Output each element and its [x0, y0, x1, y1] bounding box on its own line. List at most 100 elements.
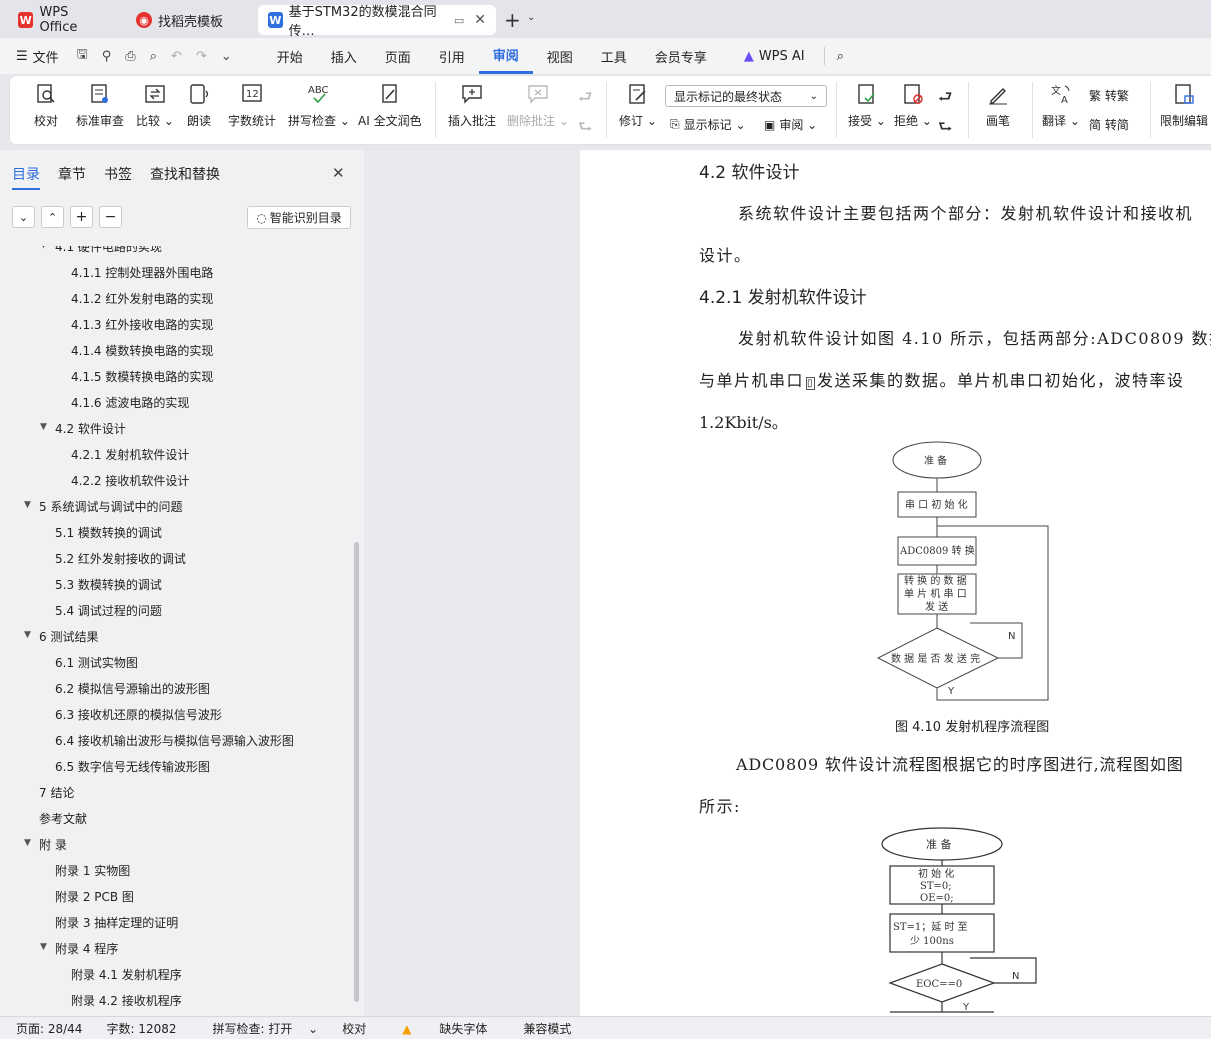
add-heading-icon[interactable]: +	[70, 206, 93, 228]
more-chevron-icon[interactable]: ⌄	[221, 49, 232, 64]
print-preview-icon[interactable]: ⌕	[150, 49, 157, 64]
toc-item[interactable]: 6.2 模拟信号源输出的波形图	[55, 680, 210, 697]
tab-document[interactable]: W 基于STM32的数模混合同传… ▭ ✕	[258, 5, 496, 39]
toc-collapse-arrow-icon[interactable]: ▼	[40, 942, 47, 952]
redo-icon[interactable]: ↷	[196, 49, 207, 64]
spell-check-indicator[interactable]: 拼写检查: 打开 ⌄	[189, 1020, 331, 1037]
toc-item[interactable]: 7 结论	[39, 784, 74, 801]
toc-item[interactable]: 4.2.2 接收机软件设计	[71, 472, 189, 489]
tab-template[interactable]: ◉ 找稻壳模板	[126, 5, 250, 35]
menu-tab-view[interactable]: 视图	[533, 38, 587, 74]
next-comment-icon[interactable]: ⮑	[578, 116, 592, 143]
toc-collapse-arrow-icon[interactable]: ▼	[24, 500, 31, 510]
spell-check-button[interactable]: ABC 拼写检查 ⌄	[288, 82, 350, 129]
toc-item[interactable]: 4.1 硬件电路的实现	[55, 246, 162, 255]
proof-indicator[interactable]: 校对	[330, 1020, 378, 1037]
print-icon[interactable]: ⎙	[125, 49, 135, 64]
toc-item[interactable]: 附录 1 实物图	[55, 862, 130, 879]
remove-heading-icon[interactable]: −	[99, 206, 122, 228]
to-traditional-button[interactable]: 繁 转繁	[1089, 87, 1129, 104]
word-count-indicator[interactable]: 字数: 12082	[94, 1020, 188, 1037]
close-pane-icon[interactable]: ✕	[332, 164, 345, 182]
file-menu[interactable]: ☰ 文件	[0, 38, 68, 74]
chevron-down-icon[interactable]: ⌄	[527, 12, 535, 23]
standard-review-button[interactable]: 标准审查	[76, 82, 124, 129]
smart-toc-button[interactable]: ◌ 智能识别目录	[247, 206, 351, 229]
toc-item[interactable]: 6 测试结果	[39, 628, 98, 645]
toc-item[interactable]: 4.1.3 红外接收电路的实现	[71, 316, 213, 333]
toc-item[interactable]: 附 录	[39, 836, 67, 853]
insert-comment-button[interactable]: 插入批注	[448, 82, 496, 129]
prev-comment-icon[interactable]: ⮐	[578, 86, 592, 113]
tab-wps-office[interactable]: W WPS Office	[8, 5, 118, 35]
new-tab-icon[interactable]: +	[504, 8, 521, 32]
toc-item[interactable]: 5.3 数模转换的调试	[55, 576, 162, 593]
menu-tab-member[interactable]: 会员专享	[641, 38, 721, 74]
word-count-button[interactable]: 12 字数统计	[228, 82, 276, 129]
toc-item[interactable]: 参考文献	[39, 810, 87, 827]
close-tab-icon[interactable]: ✕	[474, 12, 486, 28]
next-revision-icon[interactable]: ⮑	[938, 116, 952, 143]
toc-collapse-arrow-icon[interactable]: ▼	[24, 630, 31, 640]
toc-item[interactable]: 5.4 调试过程的问题	[55, 602, 162, 619]
document-page[interactable]: 4.2 软件设计 系统软件设计主要包括两个部分：发射机软件设计和接收机 设计。 …	[580, 150, 1211, 1016]
accept-button[interactable]: 接受 ⌄	[848, 82, 886, 129]
toc-item[interactable]: 4.1.1 控制处理器外围电路	[71, 264, 213, 281]
toc-item[interactable]: 附录 3 抽样定理的证明	[55, 914, 178, 931]
menu-tab-start[interactable]: 开始	[263, 38, 317, 74]
toc-item[interactable]: 4.1.6 滤波电路的实现	[71, 394, 189, 411]
toc-scrollbar[interactable]	[354, 542, 359, 1002]
compare-button[interactable]: 比较 ⌄	[136, 82, 174, 129]
toc-item[interactable]: 附录 2 PCB 图	[55, 888, 134, 905]
menu-tab-tools[interactable]: 工具	[587, 38, 641, 74]
toc-item[interactable]: 附录 4 程序	[55, 940, 118, 957]
ai-polish-button[interactable]: AI 全文润色	[358, 82, 422, 129]
revise-button[interactable]: 修订 ⌄	[619, 82, 657, 129]
toc-item[interactable]: 5.2 红外发射接收的调试	[55, 550, 186, 567]
toc-collapse-arrow-icon[interactable]: ▼	[40, 422, 47, 432]
nav-tab-find-replace[interactable]: 查找和替换	[150, 164, 220, 190]
nav-tab-chapter[interactable]: 章节	[58, 164, 86, 190]
toc-collapse-arrow-icon[interactable]: ▼	[24, 838, 31, 848]
menu-tab-reference[interactable]: 引用	[425, 38, 479, 74]
toc-item[interactable]: 附录 4.1 发射机程序	[71, 966, 182, 983]
toc-item[interactable]: 4.1.5 数模转换电路的实现	[71, 368, 213, 385]
pen-button[interactable]: 画笔	[986, 82, 1010, 129]
toc-item[interactable]: 6.1 测试实物图	[55, 654, 138, 671]
toc-collapse-arrow-icon[interactable]: ▼	[40, 246, 47, 250]
toc-item[interactable]: 4.1.4 模数转换电路的实现	[71, 342, 213, 359]
toc-item[interactable]: 5 系统调试与调试中的问题	[39, 498, 182, 515]
prev-revision-icon[interactable]: ⮐	[938, 86, 952, 113]
restrict-edit-button[interactable]: 限制编辑	[1160, 82, 1208, 129]
expand-icon[interactable]: ⌃	[41, 206, 64, 228]
toc-item[interactable]: 附录 4.2 接收机程序	[71, 992, 182, 1006]
menu-tab-page[interactable]: 页面	[371, 38, 425, 74]
to-simplified-button[interactable]: 简 转简	[1089, 116, 1129, 133]
menu-tab-insert[interactable]: 插入	[317, 38, 371, 74]
menu-tab-review[interactable]: 审阅	[478, 38, 533, 74]
wps-ai-button[interactable]: ▲ WPS AI	[735, 38, 814, 74]
page-indicator[interactable]: 页面: 28/44	[0, 1020, 94, 1037]
missing-font-indicator[interactable]: ▲ 缺失字体	[378, 1020, 511, 1037]
toc-item[interactable]: 5.1 模数转换的调试	[55, 524, 162, 541]
toc-item[interactable]: 4.1.2 红外发射电路的实现	[71, 290, 213, 307]
nav-tab-toc[interactable]: 目录	[12, 164, 40, 190]
nav-tab-bookmark[interactable]: 书签	[104, 164, 132, 190]
search-button[interactable]: ⌕	[823, 47, 853, 65]
toc-item[interactable]: 6.4 接收机输出波形与模拟信号源输入波形图	[55, 732, 294, 749]
collapse-icon[interactable]: ⌄	[12, 206, 35, 228]
reject-button[interactable]: 拒绝 ⌄	[894, 82, 932, 129]
toc-item[interactable]: 4.2 软件设计	[55, 420, 126, 437]
markup-state-select[interactable]: 显示标记的最终状态 ⌄	[665, 85, 827, 107]
save-icon[interactable]: 🖫	[77, 45, 88, 67]
proofread-button[interactable]: 校对	[34, 82, 58, 129]
read-aloud-button[interactable]: 朗读	[187, 82, 211, 129]
toc-item[interactable]: 4.2.1 发射机软件设计	[71, 446, 189, 463]
review-pane-button[interactable]: ▣ 审阅 ⌄	[764, 116, 817, 133]
show-markup-button[interactable]: ⎘ 显示标记 ⌄	[670, 116, 746, 133]
undo-icon[interactable]: ↶	[171, 49, 182, 64]
toc-item[interactable]: 6.5 数字信号无线传输波形图	[55, 758, 210, 775]
toc-item[interactable]: 6.3 接收机还原的模拟信号波形	[55, 706, 222, 723]
translate-button[interactable]: 文A 翻译 ⌄	[1042, 82, 1080, 129]
delete-comment-button[interactable]: 删除批注 ⌄	[507, 82, 569, 129]
